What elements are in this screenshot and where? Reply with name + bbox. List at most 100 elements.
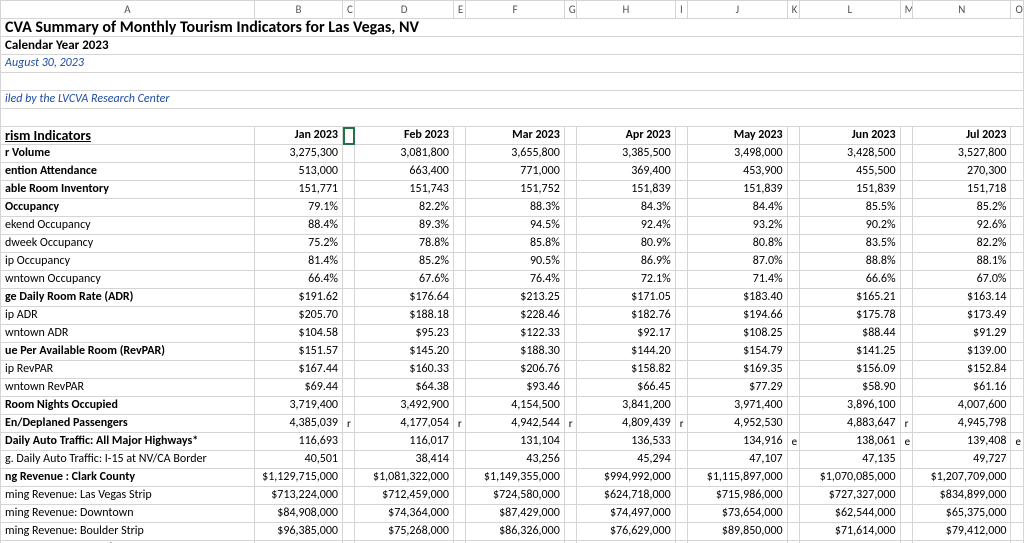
- value-cell[interactable]: 513,000: [254, 163, 342, 181]
- section-header[interactable]: rism Indicators: [1, 127, 255, 145]
- marker-cell[interactable]: [453, 361, 465, 379]
- marker-cell[interactable]: [453, 451, 465, 469]
- value-cell[interactable]: 88.1%: [913, 253, 1011, 271]
- marker-cell[interactable]: [787, 415, 799, 433]
- value-cell[interactable]: 47,107: [688, 451, 788, 469]
- value-cell[interactable]: 67.6%: [355, 271, 453, 289]
- marker-cell[interactable]: [900, 289, 912, 307]
- marker-cell[interactable]: [453, 325, 465, 343]
- marker-cell[interactable]: [1011, 271, 1024, 289]
- cell[interactable]: [1, 73, 1024, 91]
- marker-cell[interactable]: [564, 181, 576, 199]
- marker-cell[interactable]: [675, 469, 687, 487]
- value-cell[interactable]: 4,809,439: [577, 415, 675, 433]
- marker-cell[interactable]: [564, 361, 576, 379]
- marker-cell[interactable]: [787, 163, 799, 181]
- marker-cell[interactable]: [343, 271, 355, 289]
- value-cell[interactable]: $76,629,000: [577, 523, 675, 541]
- value-cell[interactable]: $188.18: [355, 307, 453, 325]
- row-label[interactable]: Occupancy: [1, 199, 255, 217]
- marker-cell[interactable]: [343, 433, 355, 451]
- value-cell[interactable]: 81.4%: [254, 253, 342, 271]
- value-cell[interactable]: 67.0%: [913, 271, 1011, 289]
- value-cell[interactable]: 151,771: [254, 181, 342, 199]
- value-cell[interactable]: 3,841,200: [577, 397, 675, 415]
- marker-cell[interactable]: r: [900, 415, 912, 433]
- marker-cell[interactable]: [1011, 487, 1024, 505]
- value-cell[interactable]: $75,268,000: [355, 523, 453, 541]
- marker-cell[interactable]: r: [675, 415, 687, 433]
- value-cell[interactable]: $1,129,715,000: [254, 469, 342, 487]
- value-cell[interactable]: 66.6%: [800, 271, 901, 289]
- marker-cell[interactable]: [1011, 379, 1024, 397]
- row-label[interactable]: ip ADR: [1, 307, 255, 325]
- marker-cell[interactable]: [1011, 343, 1024, 361]
- marker-cell[interactable]: [900, 397, 912, 415]
- marker-cell[interactable]: [675, 199, 687, 217]
- marker-cell[interactable]: [787, 379, 799, 397]
- marker-cell[interactable]: [343, 235, 355, 253]
- marker-cell[interactable]: [564, 145, 576, 163]
- value-cell[interactable]: 82.2%: [913, 235, 1011, 253]
- marker-cell[interactable]: [900, 235, 912, 253]
- marker-cell[interactable]: [900, 199, 912, 217]
- row-label[interactable]: ip RevPAR: [1, 361, 255, 379]
- value-cell[interactable]: 93.2%: [688, 217, 788, 235]
- value-cell[interactable]: 84.4%: [688, 199, 788, 217]
- value-cell[interactable]: $724,580,000: [466, 487, 564, 505]
- value-cell[interactable]: $713,224,000: [254, 487, 342, 505]
- marker-cell[interactable]: [675, 217, 687, 235]
- marker-cell[interactable]: [900, 325, 912, 343]
- marker-cell[interactable]: [900, 451, 912, 469]
- marker-cell[interactable]: [1011, 523, 1024, 541]
- marker-cell[interactable]: [343, 469, 355, 487]
- value-cell[interactable]: 47,135: [800, 451, 901, 469]
- value-cell[interactable]: 4,177,054: [355, 415, 453, 433]
- month-header[interactable]: Jan 2023: [254, 127, 342, 145]
- col-header[interactable]: D: [355, 1, 453, 19]
- value-cell[interactable]: 4,942,544: [466, 415, 564, 433]
- marker-cell[interactable]: [675, 289, 687, 307]
- value-cell[interactable]: 151,718: [913, 181, 1011, 199]
- marker-cell[interactable]: [343, 343, 355, 361]
- value-cell[interactable]: $64.38: [355, 379, 453, 397]
- spreadsheet-grid[interactable]: A B C D E F G H I J K L M N O CVA Summar…: [0, 0, 1024, 543]
- marker-cell[interactable]: r: [453, 415, 465, 433]
- value-cell[interactable]: $139.00: [913, 343, 1011, 361]
- month-header[interactable]: Feb 2023: [355, 127, 453, 145]
- value-cell[interactable]: 88.4%: [254, 217, 342, 235]
- value-cell[interactable]: 4,385,039: [254, 415, 342, 433]
- value-cell[interactable]: 71.4%: [688, 271, 788, 289]
- col-header[interactable]: A: [1, 1, 255, 19]
- value-cell[interactable]: $1,149,355,000: [466, 469, 564, 487]
- cell[interactable]: [900, 127, 912, 145]
- marker-cell[interactable]: [787, 451, 799, 469]
- col-header[interactable]: I: [675, 1, 687, 19]
- value-cell[interactable]: 3,081,800: [355, 145, 453, 163]
- value-cell[interactable]: 85.5%: [800, 199, 901, 217]
- value-cell[interactable]: $84,908,000: [254, 505, 342, 523]
- value-cell[interactable]: 76.4%: [466, 271, 564, 289]
- cell[interactable]: [1011, 127, 1024, 145]
- value-cell[interactable]: 3,275,300: [254, 145, 342, 163]
- marker-cell[interactable]: [1011, 325, 1024, 343]
- value-cell[interactable]: $1,207,709,000: [913, 469, 1011, 487]
- marker-cell[interactable]: [1011, 307, 1024, 325]
- value-cell[interactable]: 771,000: [466, 163, 564, 181]
- value-cell[interactable]: $71,614,000: [800, 523, 901, 541]
- marker-cell[interactable]: [343, 181, 355, 199]
- marker-cell[interactable]: [343, 289, 355, 307]
- value-cell[interactable]: $163.14: [913, 289, 1011, 307]
- value-cell[interactable]: 94.5%: [466, 217, 564, 235]
- marker-cell[interactable]: [564, 487, 576, 505]
- marker-cell[interactable]: [787, 505, 799, 523]
- value-cell[interactable]: 3,385,500: [577, 145, 675, 163]
- marker-cell[interactable]: [787, 469, 799, 487]
- page-title[interactable]: CVA Summary of Monthly Tourism Indicator…: [1, 19, 1024, 37]
- value-cell[interactable]: 89.3%: [355, 217, 453, 235]
- marker-cell[interactable]: [564, 523, 576, 541]
- value-cell[interactable]: $91.29: [913, 325, 1011, 343]
- value-cell[interactable]: 87.0%: [688, 253, 788, 271]
- marker-cell[interactable]: [564, 343, 576, 361]
- marker-cell[interactable]: [1011, 469, 1024, 487]
